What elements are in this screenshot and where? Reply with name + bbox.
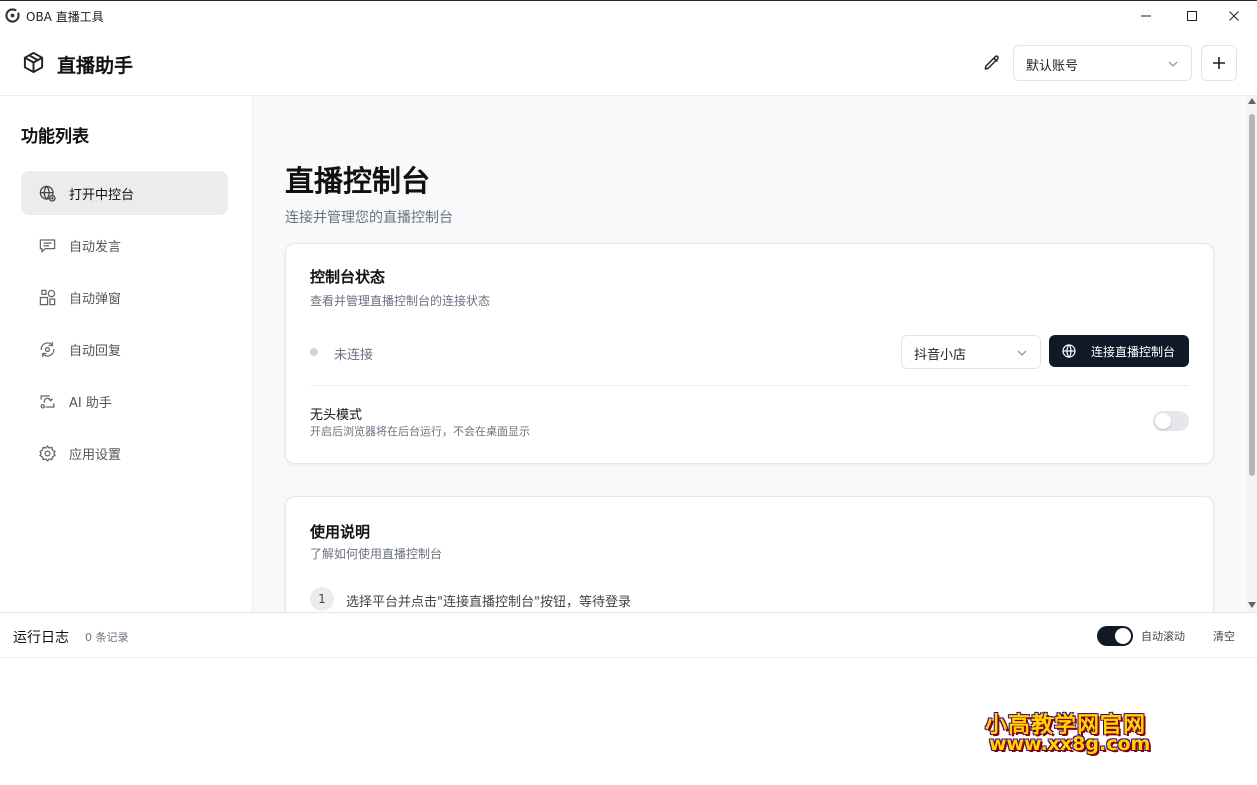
app-header: 直播助手 默认账号 xyxy=(0,30,1257,96)
message-icon xyxy=(37,235,57,255)
watermark-line2: www.xx8g.com xyxy=(989,733,1151,755)
log-header: 运行日志 0 条记录 自动滚动 清空 xyxy=(0,613,1257,658)
sidebar-item-settings[interactable]: 应用设置 xyxy=(21,431,228,475)
card-subtitle: 了解如何使用直播控制台 xyxy=(310,547,443,561)
maximize-button[interactable] xyxy=(1169,1,1215,31)
sidebar-title: 功能列表 xyxy=(21,127,89,147)
sidebar-item-label: 自动回复 xyxy=(69,343,122,359)
auto-scroll-label: 自动滚动 xyxy=(1141,630,1185,643)
page-subtitle: 连接并管理您的直播控制台 xyxy=(285,210,453,226)
minimize-icon xyxy=(1141,15,1151,17)
minimize-button[interactable] xyxy=(1123,1,1169,31)
ai-icon xyxy=(37,391,57,411)
headless-mode-toggle[interactable] xyxy=(1153,411,1189,431)
maximize-icon xyxy=(1187,11,1197,21)
close-icon xyxy=(1229,11,1239,21)
sidebar-item-ai-assistant[interactable]: AI 助手 xyxy=(21,379,228,423)
sidebar: 功能列表 打开中控台 自动发言 自动弹窗 自动回复 AI 助手 应用设置 xyxy=(0,96,253,612)
clear-log-button[interactable]: 清空 xyxy=(1213,628,1235,644)
console-status-card: 控制台状态 查看并管理直播控制台的连接状态 未连接 抖音小店 连接直播控制台 无… xyxy=(285,243,1214,464)
refresh-chat-icon xyxy=(37,339,57,359)
sidebar-item-label: 自动弹窗 xyxy=(69,291,122,307)
chevron-down-icon xyxy=(1168,61,1178,67)
sidebar-item-console[interactable]: 打开中控台 xyxy=(21,171,228,215)
account-select-value: 默认账号 xyxy=(1026,59,1079,74)
sidebar-item-label: 打开中控台 xyxy=(69,187,135,203)
box-icon xyxy=(23,51,44,74)
globe-icon xyxy=(1062,344,1076,358)
connect-button-label: 连接直播控制台 xyxy=(1091,344,1176,359)
platform-select[interactable]: 抖音小店 xyxy=(901,335,1041,369)
log-panel: 运行日志 0 条记录 自动滚动 清空 xyxy=(0,612,1257,785)
title-bar: OBA 直播工具 xyxy=(0,0,1257,30)
gear-icon xyxy=(37,443,57,463)
main-content: 直播控制台 连接并管理您的直播控制台 控制台状态 查看并管理直播控制台的连接状态… xyxy=(253,96,1247,612)
globe-icon xyxy=(37,183,57,203)
sidebar-item-auto-popup[interactable]: 自动弹窗 xyxy=(21,275,228,319)
close-button[interactable] xyxy=(1211,1,1257,31)
sidebar-item-auto-reply[interactable]: 自动回复 xyxy=(21,327,228,371)
main-scrollbar[interactable] xyxy=(1247,96,1257,612)
app-logo-icon xyxy=(5,8,20,23)
card-title: 控制台状态 xyxy=(310,268,386,286)
headless-mode-desc: 开启后浏览器将在后台运行，不会在桌面显示 xyxy=(310,425,530,438)
scroll-down-icon[interactable] xyxy=(1248,602,1256,608)
status-text: 未连接 xyxy=(334,348,374,363)
step-number: 1 xyxy=(310,587,334,611)
scroll-up-icon[interactable] xyxy=(1248,98,1256,104)
auto-scroll-toggle[interactable] xyxy=(1097,626,1133,646)
card-subtitle: 查看并管理直播控制台的连接状态 xyxy=(310,294,491,308)
watermark-logo: 小高教学网官网 www.xx8g.com xyxy=(985,707,1167,759)
pencil-icon[interactable] xyxy=(983,54,1001,72)
log-count: 0 条记录 xyxy=(85,631,129,644)
add-account-button[interactable] xyxy=(1201,45,1237,81)
headless-mode-title: 无头模式 xyxy=(310,408,363,423)
log-title: 运行日志 xyxy=(13,630,69,646)
card-title: 使用说明 xyxy=(310,523,371,541)
shapes-icon xyxy=(37,287,57,307)
usage-guide-card: 使用说明 了解如何使用直播控制台 1 选择平台并点击"连接直播控制台"按钮，等待… xyxy=(285,496,1214,612)
window-title: OBA 直播工具 xyxy=(26,10,104,24)
scrollbar-thumb[interactable] xyxy=(1249,114,1255,476)
sidebar-item-label: AI 助手 xyxy=(69,395,112,411)
account-select[interactable]: 默认账号 xyxy=(1013,45,1192,81)
platform-select-value: 抖音小店 xyxy=(914,348,967,363)
sidebar-item-label: 自动发言 xyxy=(69,239,122,255)
divider xyxy=(310,385,1189,386)
status-indicator xyxy=(310,348,318,356)
page-title: 直播控制台 xyxy=(285,164,431,198)
plus-icon xyxy=(1213,57,1225,69)
connect-console-button[interactable]: 连接直播控制台 xyxy=(1049,335,1189,367)
sidebar-item-label: 应用设置 xyxy=(69,447,122,463)
step-text: 选择平台并点击"连接直播控制台"按钮，等待登录 xyxy=(346,595,631,610)
chevron-down-icon xyxy=(1017,350,1027,356)
brand-title: 直播助手 xyxy=(57,55,134,77)
sidebar-item-auto-speak[interactable]: 自动发言 xyxy=(21,223,228,267)
